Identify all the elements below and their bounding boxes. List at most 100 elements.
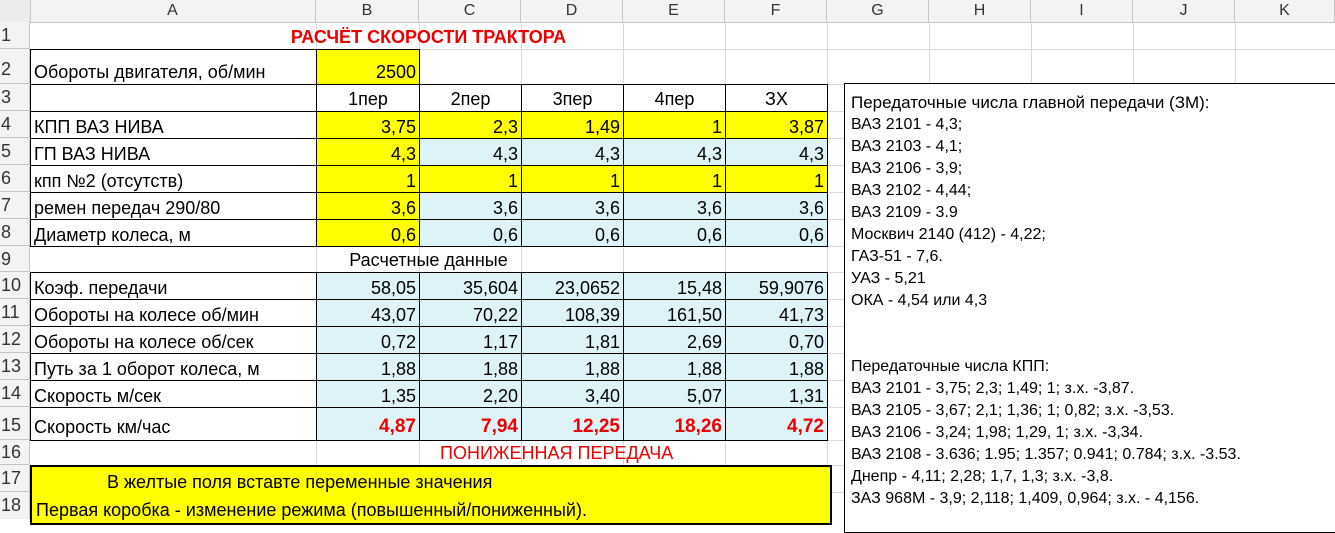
calc-cell[interactable]: 2,20 [419,380,522,408]
row-header-10[interactable]: 10 [0,272,30,299]
row-header-8[interactable]: 8 [0,219,30,246]
col-header-a[interactable]: A [30,0,316,22]
input-cell[interactable]: 0,6 [419,219,522,247]
calc-cell[interactable]: 43,07 [316,299,420,327]
col-header-i[interactable]: I [1031,0,1133,22]
calc-row-label[interactable]: Коэф. передачи [30,272,317,300]
row-header-13[interactable]: 13 [0,353,30,380]
input-cell[interactable]: 4,3 [623,138,726,166]
speed-kmh-cell[interactable]: 4,72 [725,407,828,441]
input-row-label[interactable]: ремен передач 290/80 [30,192,317,220]
gear-header[interactable]: 4пер [623,84,726,112]
input-cell[interactable]: 4,3 [725,138,828,166]
row-header-14[interactable]: 14 [0,380,30,407]
row-header-16[interactable]: 16 [0,440,30,465]
input-cell[interactable]: 4,3 [521,138,624,166]
row-header-1[interactable]: 1 [0,22,30,49]
input-cell[interactable]: 0,6 [521,219,624,247]
col-header-h[interactable]: H [929,0,1031,22]
col-header-d[interactable]: D [521,0,623,22]
calc-cell[interactable]: 1,88 [316,353,420,381]
input-cell[interactable]: 4,3 [316,138,420,166]
calc-cell[interactable]: 1,88 [623,353,726,381]
col-header-e[interactable]: E [623,0,725,22]
col-header-j[interactable]: J [1133,0,1235,22]
row-header-2[interactable]: 2 [0,49,30,84]
col-header-f[interactable]: F [725,0,827,22]
input-cell[interactable]: 3,6 [316,192,420,220]
gear-header[interactable]: 1пер [316,84,420,112]
row-header-7[interactable]: 7 [0,192,30,219]
gear-header[interactable]: ЗХ [725,84,828,112]
input-cell[interactable]: 1 [521,165,624,193]
input-cell[interactable]: 3,6 [419,192,522,220]
input-cell[interactable]: 3,6 [521,192,624,220]
input-cell[interactable]: 3,75 [316,111,420,139]
input-cell[interactable]: 1 [419,165,522,193]
input-cell[interactable]: 1 [623,165,726,193]
lower-gear-heading[interactable]: ПОНИЖЕННАЯ ПЕРЕДАЧА [440,440,740,465]
calc-cell[interactable]: 1,35 [316,380,420,408]
calc-cell[interactable]: 1,81 [521,326,624,354]
input-cell[interactable]: 3,87 [725,111,828,139]
col-header-k[interactable]: K [1235,0,1335,22]
calc-section-header[interactable]: Расчетные данные [30,246,827,272]
row-header-9[interactable]: 9 [0,246,30,272]
col-header-b[interactable]: B [316,0,419,22]
input-cell[interactable]: 0,6 [316,219,420,247]
gear-header[interactable]: 2пер [419,84,522,112]
input-cell[interactable]: 0,6 [623,219,726,247]
calc-cell[interactable]: 1,88 [419,353,522,381]
row-header-18[interactable]: 18 [0,492,30,519]
input-cell[interactable]: 1 [725,165,828,193]
input-cell[interactable]: 4,3 [419,138,522,166]
calc-cell[interactable]: 5,07 [623,380,726,408]
col-header-g[interactable]: G [827,0,929,22]
row-header-5[interactable]: 5 [0,138,30,165]
calc-cell[interactable]: 41,73 [725,299,828,327]
col-header-c[interactable]: C [419,0,521,22]
row-header-15[interactable]: 15 [0,407,30,440]
calc-cell[interactable]: 15,48 [623,272,726,300]
calc-cell[interactable]: 1,17 [419,326,522,354]
calc-cell[interactable]: 161,50 [623,299,726,327]
calc-row-label[interactable]: Скорость м/сек [30,380,317,408]
calc-cell[interactable]: 3,40 [521,380,624,408]
calc-cell[interactable]: 59,9076 [725,272,828,300]
gear-header-blank[interactable] [30,84,317,112]
speed-kmh-cell[interactable]: 18,26 [623,407,726,441]
input-cell[interactable]: 3,6 [725,192,828,220]
row-header-4[interactable]: 4 [0,111,30,138]
instructions-note[interactable]: В желтые поля вставте переменные значени… [30,465,832,525]
calc-cell[interactable]: 108,39 [521,299,624,327]
speed-kmh-cell[interactable]: 4,87 [316,407,420,441]
row-header-3[interactable]: 3 [0,84,30,111]
calc-cell[interactable]: 58,05 [316,272,420,300]
input-cell[interactable]: 1 [316,165,420,193]
calc-cell[interactable]: 0,72 [316,326,420,354]
speed-kmh-cell[interactable]: 12,25 [521,407,624,441]
gear-header[interactable]: 3пер [521,84,624,112]
calc-cell[interactable]: 2,69 [623,326,726,354]
row-header-12[interactable]: 12 [0,326,30,353]
row-header-17[interactable]: 17 [0,465,30,492]
engine-rpm-input[interactable]: 2500 [316,49,420,85]
calc-cell[interactable]: 70,22 [419,299,522,327]
select-all-corner[interactable] [0,0,31,22]
calc-row-label[interactable]: Скорость км/час [30,407,317,441]
input-row-label[interactable]: кпп №2 (отсутств) [30,165,317,193]
row-header-11[interactable]: 11 [0,299,30,326]
row-header-6[interactable]: 6 [0,165,30,192]
engine-rpm-label[interactable]: Обороты двигателя, об/мин [30,49,317,85]
calc-cell[interactable]: 1,88 [725,353,828,381]
input-cell[interactable]: 0,6 [725,219,828,247]
speed-kmh-cell[interactable]: 7,94 [419,407,522,441]
sheet-title[interactable]: РАСЧЁТ СКОРОСТИ ТРАКТОРА [30,22,827,49]
input-cell[interactable]: 1,49 [521,111,624,139]
calc-cell[interactable]: 23,0652 [521,272,624,300]
calc-cell[interactable]: 0,70 [725,326,828,354]
input-cell[interactable]: 1 [623,111,726,139]
input-row-label[interactable]: ГП ВАЗ НИВА [30,138,317,166]
calc-row-label[interactable]: Обороты на колесе об/мин [30,299,317,327]
calc-cell[interactable]: 1,31 [725,380,828,408]
